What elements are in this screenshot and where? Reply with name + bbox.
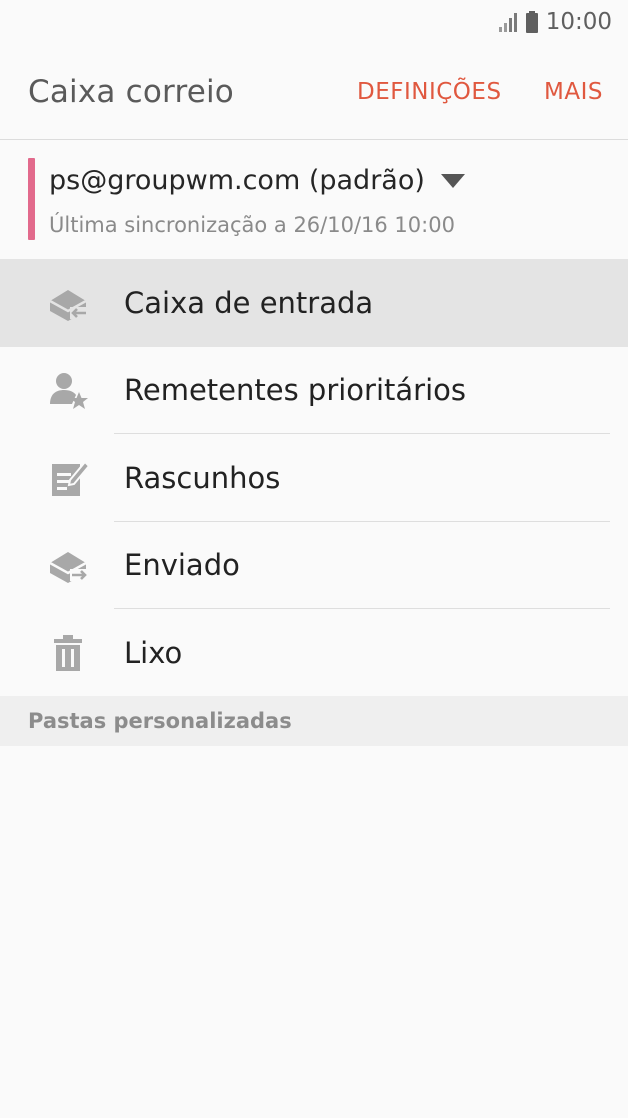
folder-item-trash[interactable]: Lixo (0, 609, 628, 697)
folder-item-sent[interactable]: Enviado (0, 522, 628, 609)
app-bar: Caixa correio DEFINIÇÕES MAIS (0, 44, 628, 140)
last-sync-text: Última sincronização a 26/10/16 10:00 (49, 213, 455, 237)
page-title: Caixa correio (28, 73, 234, 110)
account-email: ps@groupwm.com (padrão) (49, 165, 425, 196)
sent-icon (46, 543, 90, 587)
folder-label: Lixo (124, 635, 183, 670)
folder-item-priority-senders[interactable]: Remetentes prioritários (0, 347, 628, 434)
battery-icon (525, 11, 538, 33)
inbox-icon (46, 281, 90, 325)
account-color-bar (28, 158, 35, 240)
chevron-down-icon (440, 173, 465, 188)
more-button[interactable]: MAIS (544, 79, 603, 105)
folder-label: Enviado (124, 548, 240, 583)
trash-icon (46, 631, 90, 675)
drafts-icon (46, 456, 90, 500)
signal-icon (498, 13, 517, 32)
folder-item-drafts[interactable]: Rascunhos (0, 434, 628, 522)
priority-sender-icon (46, 368, 90, 412)
account-selector[interactable]: ps@groupwm.com (padrão) (49, 165, 465, 196)
status-time: 10:00 (545, 9, 612, 35)
folder-label: Rascunhos (124, 460, 281, 495)
folder-label: Caixa de entrada (124, 285, 374, 320)
folder-list: Caixa de entrada Remetentes prioritários… (0, 259, 628, 697)
account-header: ps@groupwm.com (padrão) Última sincroniz… (0, 141, 628, 259)
folder-item-inbox[interactable]: Caixa de entrada (0, 259, 628, 347)
status-bar: 10:00 (0, 0, 628, 44)
settings-button[interactable]: DEFINIÇÕES (357, 79, 502, 105)
custom-folders-header: Pastas personalizadas (0, 696, 628, 746)
folder-label: Remetentes prioritários (124, 373, 466, 408)
